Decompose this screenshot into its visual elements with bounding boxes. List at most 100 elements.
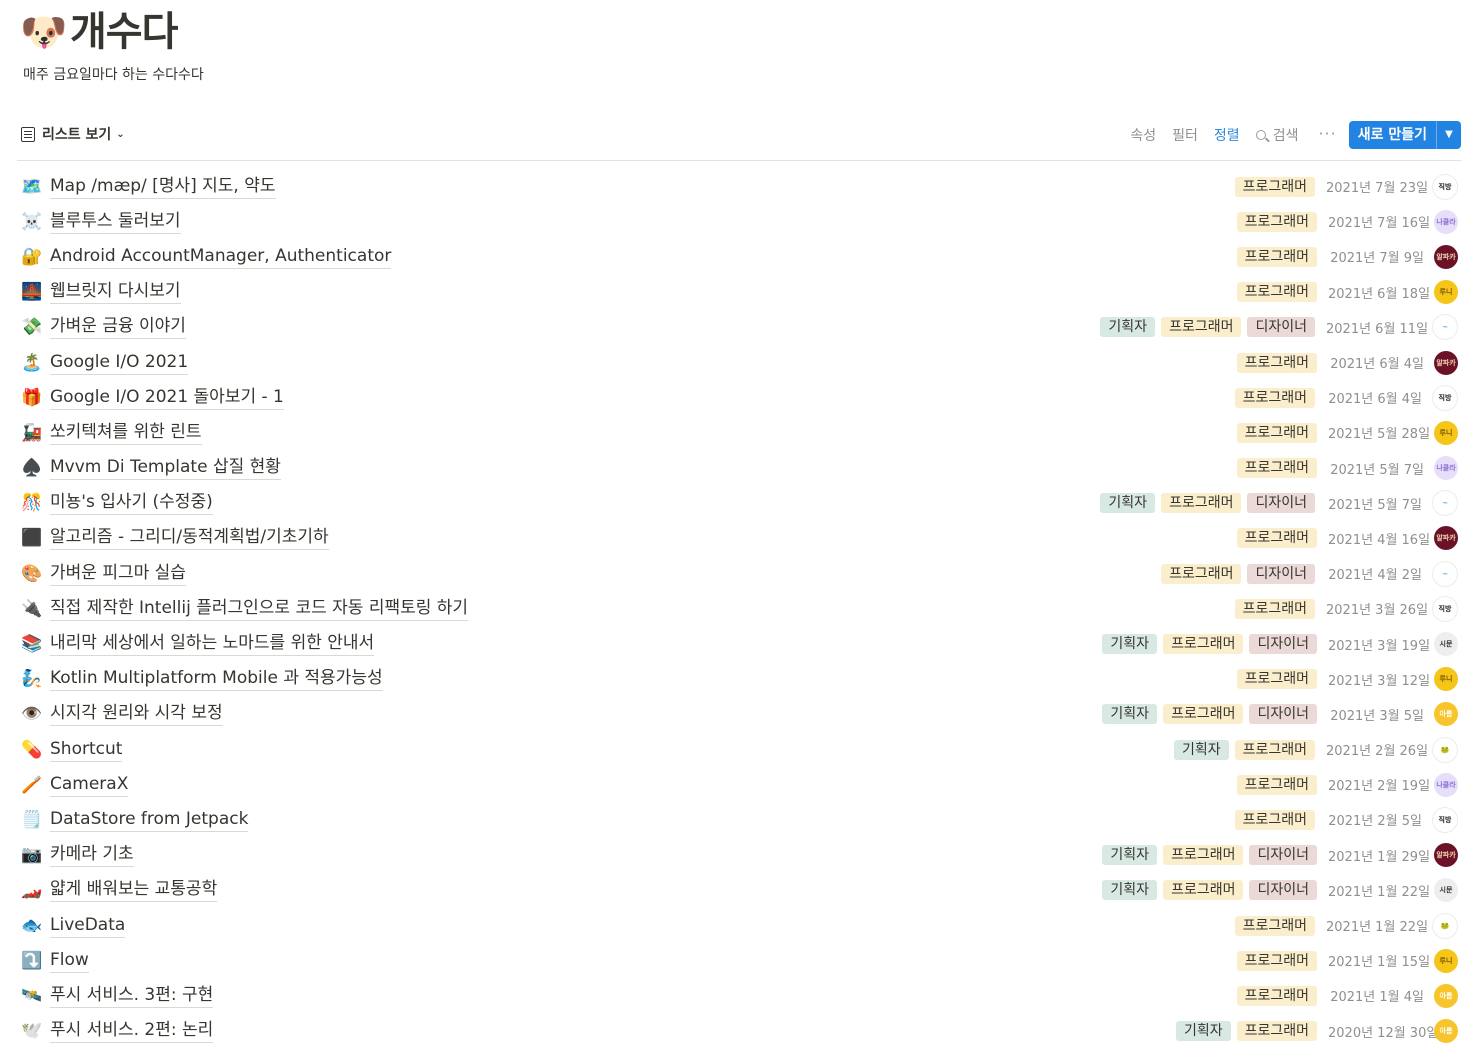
avatar[interactable]: 직방 xyxy=(1432,384,1458,411)
list-item[interactable]: 📚 내리막 세상에서 일하는 노마드를 위한 안내서 기획자 프로그래머 디자이너 202… xyxy=(17,626,1461,661)
avatar[interactable]: 나클라 xyxy=(1434,209,1458,234)
dog-emoji-icon[interactable]: 🐶 xyxy=(20,6,67,58)
list-item-title[interactable]: 내리막 세상에서 일하는 노마드를 위한 안내서 xyxy=(50,632,375,657)
list-item[interactable]: ☠️ 블루투스 둘러보기 프로그래머 2021년 7월 16일 나클라 xyxy=(17,204,1461,239)
page-emoji-icon: 🛰️ xyxy=(21,985,43,1006)
list-item-title[interactable]: 쏘키텍쳐를 위한 린트 xyxy=(50,421,202,445)
avatar[interactable]: 루니 xyxy=(1434,280,1458,305)
role-tag-programmer: 프로그래머 xyxy=(1236,352,1317,373)
avatar[interactable]: 🐸 xyxy=(1432,736,1458,763)
properties-button[interactable]: 속성 xyxy=(1122,121,1164,149)
new-button[interactable]: 새로 만들기 xyxy=(1349,121,1436,149)
list-item-title[interactable]: 시지각 원리와 시각 보정 xyxy=(50,702,223,727)
avatar[interactable]: 루니 xyxy=(1434,420,1458,445)
list-item[interactable]: 🔐 Android AccountManager, Authenticator 프로… xyxy=(17,239,1461,274)
list-item-title[interactable]: 푸시 서비스. 3편: 구현 xyxy=(50,984,214,1008)
list-item[interactable]: 🎊 미뇽's 입사기 (수정중) 기획자 프로그래머 디자이너 2021년 5월 7일 ~ xyxy=(17,486,1461,521)
list-item-title[interactable]: 푸시 서비스. 2편: 논리 xyxy=(50,1019,214,1044)
list-item[interactable]: 🐟 LiveData 프로그래머 2021년 1월 22일 🐸 xyxy=(17,908,1461,943)
list-item[interactable]: 🛰️ 푸시 서비스. 3편: 구현 프로그래머 2021년 1월 4일 아름 xyxy=(17,978,1461,1013)
list-item[interactable]: ♠️ Mvvm Di Template 삽질 현황 프로그래머 2021년 5월 7일… xyxy=(17,451,1461,486)
list-item[interactable]: 🕊️ 푸시 서비스. 2편: 논리 기획자 프로그래머 2020년 12월 30일 아름 xyxy=(17,1014,1461,1049)
list-item-title[interactable]: 가벼운 금융 이야기 xyxy=(50,315,186,340)
list-item[interactable]: 💸 가벼운 금융 이야기 기획자 프로그래머 디자이너 2021년 6월 11일 ~ xyxy=(17,310,1461,345)
search-button[interactable]: 검색 xyxy=(1248,121,1307,149)
list-item[interactable]: 🪥 CameraX 프로그래머 2021년 2월 19일 나클라 xyxy=(17,767,1461,802)
search-icon xyxy=(1255,130,1266,140)
list-item[interactable]: 🏝️ Google I/O 2021 프로그래머 2021년 6월 4일 알파카 xyxy=(17,345,1461,380)
list-item-title[interactable]: LiveData xyxy=(50,914,126,938)
filter-button[interactable]: 필터 xyxy=(1164,121,1206,149)
list-item-title[interactable]: Mvvm Di Template 삽질 현황 xyxy=(50,456,281,481)
page-emoji-icon: 📚 xyxy=(21,634,43,655)
avatar[interactable]: 아름 xyxy=(1434,1019,1458,1044)
list-item-title[interactable]: CameraX xyxy=(50,773,129,797)
avatar[interactable]: ~ xyxy=(1432,560,1458,587)
avatar[interactable]: 🐸 xyxy=(1432,912,1458,939)
list-item-date: 2021년 7월 23일 xyxy=(1326,181,1429,197)
list-item-date: 2021년 6월 11일 xyxy=(1326,321,1429,337)
list-item[interactable]: ⬛ 알고리즘 - 그리디/동적계획법/기초기하 프로그래머 2021년 4월 16일 알… xyxy=(17,521,1461,556)
page-description[interactable]: 매주 금요일마다 하는 수다수다 xyxy=(23,64,204,84)
avatar[interactable]: 알파카 xyxy=(1434,526,1458,551)
list-item-title[interactable]: Flow xyxy=(50,949,89,973)
avatar[interactable]: 시문 xyxy=(1434,632,1458,657)
more-options-button[interactable]: ··· xyxy=(1306,124,1346,147)
list-item[interactable]: 🎨 가벼운 피그마 실습 프로그래머 디자이너 2021년 4월 2일 ~ xyxy=(17,556,1461,591)
list-item-title[interactable]: 웹브릿지 다시보기 xyxy=(50,280,181,305)
avatar[interactable]: 루니 xyxy=(1434,948,1458,973)
list-item-title[interactable]: 알고리즘 - 그리디/동적계획법/기초기하 xyxy=(50,526,329,551)
avatar[interactable]: 루니 xyxy=(1434,667,1458,692)
list-item-title[interactable]: Android AccountManager, Authenticator xyxy=(50,245,392,269)
list-item[interactable]: ⤵️ Flow 프로그래머 2021년 1월 15일 루니 xyxy=(17,943,1461,978)
list-item[interactable]: 🎁 Google I/O 2021 돌아보기 - 1 프로그래머 2021년 6월 4… xyxy=(17,380,1461,415)
avatar[interactable]: 알파카 xyxy=(1434,843,1458,868)
sort-button[interactable]: 정렬 xyxy=(1206,121,1248,149)
list-item-title[interactable]: 미뇽's 입사기 (수정중) xyxy=(50,491,213,516)
avatar[interactable]: 나클라 xyxy=(1434,456,1458,481)
list-item-title[interactable]: Map /mæp/ [명사] 지도, 약도 xyxy=(50,175,276,199)
avatar[interactable]: 알파카 xyxy=(1434,350,1458,375)
avatar[interactable]: 직방 xyxy=(1432,173,1458,200)
list-item[interactable]: 🚂 쏘키텍쳐를 위한 린트 프로그래머 2021년 5월 28일 루니 xyxy=(17,415,1461,450)
list-item-title[interactable]: Kotlin Multiplatform Mobile 과 적용가능성 xyxy=(50,667,383,692)
list-item[interactable]: 🏎️ 얇게 배워보는 교통공학 기획자 프로그래머 디자이너 2021년 1월 22일 시문 xyxy=(17,873,1461,908)
list-item-title[interactable]: Shortcut xyxy=(50,738,123,762)
list-item-title[interactable]: 블루투스 둘러보기 xyxy=(50,210,181,234)
list-item-properties: 프로그래머 2021년 7월 9일 알파카 xyxy=(1231,239,1461,274)
role-tag-programmer: 프로그래머 xyxy=(1236,985,1317,1006)
list-item[interactable]: 🌉 웹브릿지 다시보기 프로그래머 2021년 6월 18일 루니 xyxy=(17,275,1461,310)
list-item[interactable]: 🗺️ Map /mæp/ [명사] 지도, 약도 프로그래머 2021년 7월 23일… xyxy=(17,169,1461,204)
avatar[interactable]: 알파카 xyxy=(1434,244,1458,269)
list-item[interactable]: 🗒️ DataStore from Jetpack 프로그래머 2021년 2월 5일… xyxy=(17,802,1461,837)
avatar[interactable]: 아름 xyxy=(1434,983,1458,1008)
page-emoji-icon: 🌉 xyxy=(21,282,43,303)
list-item[interactable]: 👁️ 시지각 원리와 시각 보정 기획자 프로그래머 디자이너 2021년 3월 5일 아름 xyxy=(17,697,1461,732)
list-item-date: 2021년 5월 7일 xyxy=(1328,497,1422,513)
list-item[interactable]: 📷 카메라 기초 기획자 프로그래머 디자이너 2021년 1월 29일 알파카 xyxy=(17,838,1461,873)
view-switcher[interactable]: 리스트 보기 ⌄ xyxy=(21,124,125,144)
list-item[interactable]: 🧞 Kotlin Multiplatform Mobile 과 적용가능성 프로그래… xyxy=(17,662,1461,697)
avatar[interactable]: ~ xyxy=(1432,490,1458,517)
list-item-properties: 프로그래머 2021년 3월 12일 루니 xyxy=(1231,662,1461,697)
list-item[interactable]: 🔌 직접 제작한 Intellij 플러그인으로 코드 자동 리팩토링 하기 프로그… xyxy=(17,591,1461,626)
list-item-title[interactable]: 직접 제작한 Intellij 플러그인으로 코드 자동 리팩토링 하기 xyxy=(50,597,469,621)
new-dropdown-button[interactable]: ▼ xyxy=(1436,121,1461,149)
list-item-title[interactable]: Google I/O 2021 돌아보기 - 1 xyxy=(50,386,284,410)
list-item-properties: 프로그래머 2021년 6월 4일 알파카 xyxy=(1231,345,1461,380)
avatar[interactable]: 시문 xyxy=(1434,878,1458,903)
role-tag-programmer: 프로그래머 xyxy=(1234,809,1315,830)
list-item-title[interactable]: DataStore from Jetpack xyxy=(50,808,249,832)
avatar[interactable]: 나클라 xyxy=(1434,772,1458,797)
list-item-title[interactable]: 카메라 기초 xyxy=(50,843,134,868)
page-title[interactable]: 개수다 xyxy=(70,6,178,58)
list-item-title[interactable]: Google I/O 2021 xyxy=(50,351,189,375)
list-item-title[interactable]: 가벼운 피그마 실습 xyxy=(50,562,186,586)
avatar[interactable]: ~ xyxy=(1432,314,1458,341)
list-item-title[interactable]: 얇게 배워보는 교통공학 xyxy=(50,878,218,903)
avatar[interactable]: 직방 xyxy=(1432,806,1458,833)
avatar[interactable]: 직방 xyxy=(1432,595,1458,622)
avatar[interactable]: 아름 xyxy=(1434,702,1458,727)
role-tag-planner: 기획자 xyxy=(1173,739,1229,760)
list-item[interactable]: 💊 Shortcut 기획자 프로그래머 2021년 2월 26일 🐸 xyxy=(17,732,1461,767)
